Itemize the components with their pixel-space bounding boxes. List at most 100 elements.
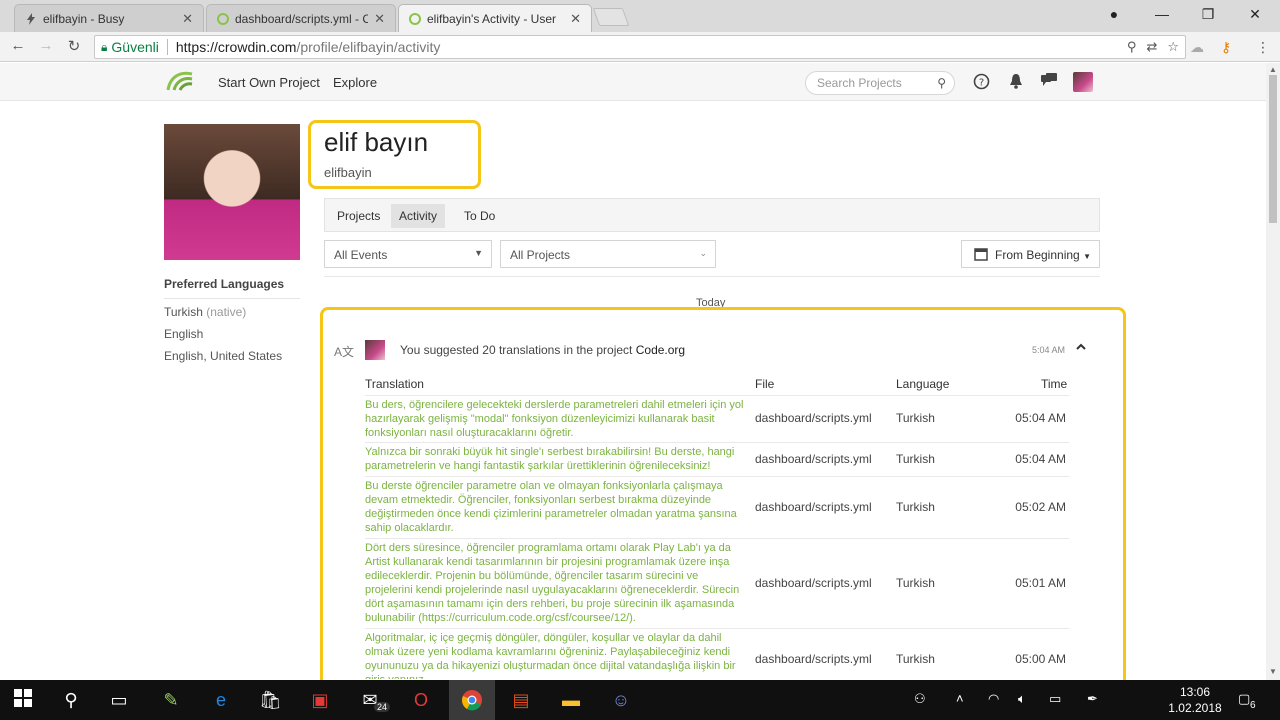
column-header-translation: Translation: [365, 377, 424, 391]
messages-icon[interactable]: [1041, 73, 1057, 92]
restore-icon[interactable]: ❐: [1198, 6, 1218, 23]
language-cell: Turkish: [896, 452, 935, 466]
search-icon[interactable]: ⚲: [937, 76, 946, 90]
column-header-language: Language: [896, 377, 950, 391]
app-icon[interactable]: ▤: [510, 689, 532, 711]
discord-icon[interactable]: ☺: [610, 689, 632, 711]
pen-icon[interactable]: ✒: [1087, 691, 1098, 707]
menu-icon[interactable]: ⋮: [1256, 39, 1270, 56]
file-cell: dashboard/scripts.yml: [755, 652, 872, 666]
activity-summary: You suggested 20 translations in the pro…: [400, 343, 686, 357]
address-bar[interactable]: 🔒︎ Güvenli https://crowdin.com/profile/e…: [94, 35, 1186, 59]
lock-icon: 🔒︎: [101, 39, 108, 54]
page-scrollbar[interactable]: ▲ ▼: [1266, 63, 1280, 680]
close-icon[interactable]: ✕: [182, 11, 193, 27]
crowdin-logo-icon[interactable]: [166, 71, 194, 93]
tab-todo[interactable]: To Do: [456, 204, 503, 228]
close-icon[interactable]: ✕: [570, 11, 581, 27]
translation-text[interactable]: Algoritmalar, iç içe geçmiş döngüler, dö…: [365, 631, 745, 679]
browser-toolbar: ← → ↻ 🔒︎ Güvenli https://crowdin.com/pro…: [0, 32, 1280, 62]
column-header-file: File: [755, 377, 775, 391]
tab-activity[interactable]: Activity: [391, 204, 446, 228]
time-cell: 05:04 AM: [1015, 411, 1066, 425]
lightning-icon: [25, 13, 37, 25]
taskbar-clock[interactable]: 13:06 1.02.2018: [1165, 684, 1225, 716]
calendar-icon: [974, 247, 988, 264]
people-icon[interactable]: ⚇: [914, 691, 926, 707]
language-item: English, United States: [164, 349, 283, 363]
crowdin-favicon: [409, 13, 421, 25]
wifi-icon[interactable]: ◠: [988, 691, 999, 707]
store-icon[interactable]: 🛍︎: [259, 689, 282, 711]
key-extension-icon[interactable]: ⚷: [1221, 39, 1231, 56]
reload-icon[interactable]: ↻: [64, 37, 84, 55]
close-window-icon[interactable]: ✕: [1245, 6, 1265, 23]
file-cell: dashboard/scripts.yml: [755, 411, 872, 425]
column-header-time: Time: [1041, 377, 1068, 391]
chevron-up-icon[interactable]: ˄: [956, 691, 964, 706]
scroll-up-icon[interactable]: ▲: [1269, 65, 1277, 74]
language-cell: Turkish: [896, 576, 935, 590]
translation-text[interactable]: Dört ders süresince, öğrenciler programl…: [365, 541, 745, 625]
search-projects-input[interactable]: Search Projects ⚲: [805, 71, 955, 95]
browser-tab-activity[interactable]: elifbayin's Activity - User ✕: [398, 4, 592, 33]
paint-icon[interactable]: ✎: [160, 689, 182, 711]
tab-projects[interactable]: Projects: [329, 204, 388, 228]
windows-start-icon[interactable]: [12, 689, 34, 711]
star-icon[interactable]: ☆: [1167, 39, 1179, 55]
translation-text[interactable]: Yalnızca bir sonraki büyük hit single'ı …: [365, 445, 745, 473]
forward-icon[interactable]: →: [36, 37, 56, 54]
search-icon[interactable]: ⚲: [60, 689, 82, 711]
language-item: Turkish (native): [164, 305, 247, 319]
start-own-project-link[interactable]: Start Own Project: [218, 75, 320, 90]
task-view-icon[interactable]: ▭: [108, 689, 130, 711]
chrome-icon[interactable]: [461, 689, 483, 711]
activity-time: 5:04 AM: [1032, 345, 1066, 355]
notification-badge: 6: [1250, 700, 1256, 711]
file-explorer-icon[interactable]: ▬: [560, 689, 582, 711]
opera-icon[interactable]: O: [410, 689, 432, 711]
battery-icon[interactable]: ▭: [1049, 691, 1061, 707]
zoom-icon[interactable]: ⚲: [1127, 39, 1137, 55]
back-icon[interactable]: ←: [8, 37, 28, 54]
browser-tab-title: elifbayin's Activity - User: [427, 12, 556, 26]
chevron-down-icon: ⌄: [699, 248, 707, 258]
cloud-extension-icon[interactable]: ☁: [1190, 39, 1204, 56]
help-icon[interactable]: ?: [973, 73, 990, 95]
time-cell: 05:01 AM: [1015, 576, 1066, 590]
projects-filter-select[interactable]: All Projects ⌄: [500, 240, 716, 268]
events-filter-select[interactable]: All Events ▼: [324, 240, 492, 268]
profile-display-name: elif bayın: [324, 127, 429, 157]
user-avatar[interactable]: [1073, 72, 1093, 92]
translation-text[interactable]: Bu ders, öğrencilere gelecekteki dersler…: [365, 398, 745, 440]
scrollbar-thumb[interactable]: [1269, 75, 1277, 223]
language-cell: Turkish: [896, 652, 935, 666]
caret-down-icon: ▼: [474, 248, 483, 258]
translation-text[interactable]: Bu derste öğrenciler parametre olan ve o…: [365, 479, 745, 535]
browser-tab-title: elifbayin - Busy: [43, 11, 125, 26]
date-range-button[interactable]: From Beginning ▼: [961, 240, 1100, 268]
file-cell: dashboard/scripts.yml: [755, 500, 872, 514]
notifications-icon[interactable]: ▢: [1238, 691, 1250, 707]
project-link[interactable]: Code.org: [636, 343, 685, 357]
chevron-up-icon[interactable]: [1075, 341, 1087, 356]
language-item: English: [164, 327, 204, 341]
avatar: [365, 340, 385, 360]
browser-tab-busy[interactable]: elifbayin - Busy ✕: [14, 4, 204, 32]
scroll-down-icon[interactable]: ▼: [1269, 667, 1277, 676]
new-tab-button[interactable]: [592, 8, 630, 26]
close-icon[interactable]: ✕: [374, 11, 385, 27]
bell-icon[interactable]: [1009, 73, 1023, 94]
explore-link[interactable]: Explore: [333, 75, 377, 90]
edge-icon[interactable]: e: [210, 689, 232, 711]
profile-icon[interactable]: ●: [1104, 6, 1124, 22]
office-icon[interactable]: ▣: [309, 689, 331, 711]
browser-tab-scripts[interactable]: dashboard/scripts.yml - C ✕: [206, 4, 396, 32]
file-cell: dashboard/scripts.yml: [755, 576, 872, 590]
browser-tab-title: dashboard/scripts.yml - C: [235, 11, 369, 26]
minimize-icon[interactable]: —: [1152, 6, 1172, 22]
url-path: /profile/elifbayin/activity: [296, 39, 441, 55]
site-header: Start Own Project Explore Search Project…: [0, 63, 1266, 101]
volume-icon[interactable]: 🔈︎: [1018, 691, 1026, 707]
translate-icon[interactable]: ⇄: [1146, 39, 1157, 55]
